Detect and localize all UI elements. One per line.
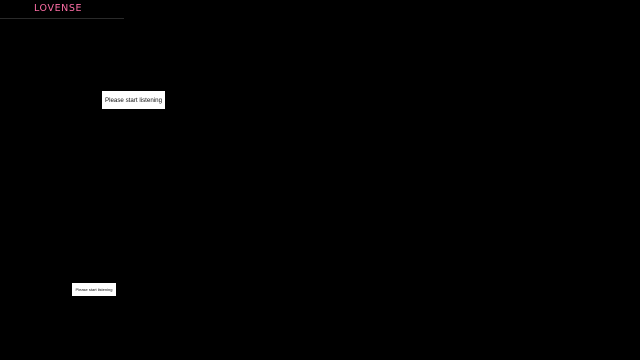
start-listening-prompt-small[interactable]: Please start listening (72, 283, 116, 296)
start-listening-prompt-label: Please start listening (104, 96, 163, 104)
start-listening-prompt[interactable]: Please start listening (102, 91, 165, 109)
start-listening-prompt-small-label: Please start listening (75, 287, 113, 292)
brand-logo: LOVENSE (34, 3, 83, 14)
header-bar: LOVENSE (0, 0, 124, 19)
app-window: LOVENSE Please start listening Please st… (0, 0, 640, 360)
